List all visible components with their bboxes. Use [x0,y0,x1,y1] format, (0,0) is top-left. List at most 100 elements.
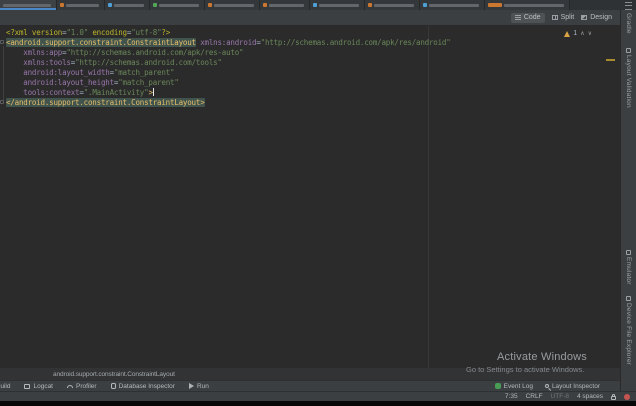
breadcrumb-bar: android.support.constraint.ConstraintLay… [0,368,620,380]
code-line[interactable]: tools:context=".MainActivity"> [6,88,451,98]
file-tab[interactable] [420,0,485,10]
tool-button-profiler[interactable]: Profiler [67,383,97,390]
layout-validation-label: Layout Validation [625,55,632,108]
code-view-button[interactable]: Code [511,13,545,23]
fold-marker-close[interactable] [0,100,4,104]
code-token: xmlns:app [23,48,62,57]
code-line[interactable]: <?xml version="1.0" encoding="utf-8"?> [6,28,451,38]
fold-marker-open[interactable] [0,40,4,44]
file-tab[interactable] [205,0,260,10]
file-tab[interactable] [57,0,105,10]
file-tab[interactable] [105,0,150,10]
line-ending-indicator[interactable]: CRLF [526,393,543,400]
chevron-up-icon[interactable]: ∧ [580,31,584,37]
code-line[interactable]: android:layout_height="match_parent" [6,78,451,88]
file-tab-label [114,4,144,7]
code-token: tools:context [23,88,79,97]
file-tab[interactable] [310,0,365,10]
file-tab-label [66,4,99,7]
caret-position[interactable]: 7:35 [505,393,518,400]
database-inspector-label: Database Inspector [119,383,175,390]
file-tab[interactable] [485,0,570,10]
code-token: "1.0" [66,28,88,37]
file-tab[interactable] [150,0,205,10]
tool-button-database-inspector[interactable]: Database Inspector [111,383,175,390]
layout-validation-icon [626,48,631,53]
tool-button-layout-inspector[interactable]: Layout Inspector [545,383,600,390]
breadcrumb[interactable]: android.support.constraint.ConstraintLay… [53,371,175,378]
code-editor[interactable]: <?xml version="1.0" encoding="utf-8"?><a… [0,26,620,368]
warning-triangle-icon [564,31,570,37]
file-type-icon [488,3,502,7]
tool-button-build[interactable]: Build [0,383,10,390]
code-token [6,68,23,77]
right-tool-stripe: Gradle Layout Validation Emulator Device… [620,10,636,391]
event-log-icon [495,383,501,389]
code-line[interactable]: <android.support.constraint.ConstraintLa… [6,38,451,48]
file-tab[interactable] [0,0,57,10]
code-line[interactable]: </android.support.constraint.ConstraintL… [6,98,451,108]
design-view-button[interactable]: Design [581,14,612,21]
build-label: Build [0,383,10,390]
tool-button-emulator[interactable]: Emulator [621,250,636,285]
tool-button-gradle[interactable]: Gradle [621,13,636,34]
code-token: encoding [88,28,127,37]
tab-list-menu-icon[interactable] [625,2,632,10]
scrollbar-warning-mark[interactable] [606,59,615,61]
file-tab[interactable] [365,0,420,10]
code-token: <android.support.constraint.ConstraintLa… [6,38,196,47]
code-line[interactable]: xmlns:tools="http://schemas.android.com/… [6,58,451,68]
emulator-icon [626,250,631,255]
file-tab-label [319,4,359,7]
file-type-icon [368,3,372,7]
code-token: ?> [161,28,170,37]
tool-button-layout-validation[interactable]: Layout Validation [621,48,636,108]
editor-mode-bar: Code Split Design [0,10,620,26]
bottom-edge [0,401,636,406]
tool-button-run[interactable]: Run [189,383,209,390]
bottom-tool-bar: Build Logcat Profiler Database Inspector… [0,380,620,391]
code-token: version [32,28,62,37]
file-tab-label [3,4,51,7]
logcat-label: Logcat [33,383,53,390]
split-view-button[interactable]: Split [552,14,575,21]
code-token: "match_parent" [118,78,178,87]
tool-button-event-log[interactable]: Event Log [495,383,533,390]
lock-icon[interactable] [611,396,616,400]
file-type-icon [208,3,212,7]
design-icon [581,15,587,20]
android-studio-window: Code Split Design <?xml version="1.0" en… [0,0,636,406]
chevron-down-icon[interactable]: ∨ [588,31,592,37]
text-caret [153,88,154,96]
file-tab-label [504,4,564,7]
code-line[interactable]: xmlns:app="http://schemas.android.com/ap… [6,48,451,58]
file-type-icon [108,3,112,7]
device-file-explorer-label: Device File Explorer [625,303,632,365]
code-token: </android.support.constraint.ConstraintL… [6,98,205,107]
file-tab[interactable] [260,0,310,10]
bottom-bar-right-group: Event Log Layout Inspector [495,383,620,390]
file-type-icon [153,3,157,7]
error-notification-icon[interactable] [624,394,630,400]
code-token: "http://schemas.android.com/apk/res/andr… [261,38,451,47]
code-token: ".MainActivity" [84,88,149,97]
profiler-icon [67,385,73,388]
tool-button-logcat[interactable]: Logcat [24,383,53,390]
code-token: xmlns:tools [23,58,70,67]
event-log-label: Event Log [504,383,533,390]
tool-button-device-file-explorer[interactable]: Device File Explorer [621,296,636,365]
emulator-label: Emulator [625,257,632,285]
inspection-widget[interactable]: 1 ∧ ∨ [564,30,592,37]
code-token [6,48,23,57]
code-area[interactable]: <?xml version="1.0" encoding="utf-8"?><a… [6,28,451,108]
code-line[interactable]: android:layout_width="match_parent" [6,68,451,78]
run-label: Run [197,383,209,390]
indent-indicator[interactable]: 4 spaces [577,393,603,400]
file-type-icon [423,3,427,7]
code-token: "match_parent" [114,68,174,77]
code-token [6,88,23,97]
encoding-indicator[interactable]: UTF-8 [551,393,569,400]
editor-tab-strip [0,0,636,10]
layout-inspector-label: Layout Inspector [552,383,600,390]
code-icon [515,15,521,16]
